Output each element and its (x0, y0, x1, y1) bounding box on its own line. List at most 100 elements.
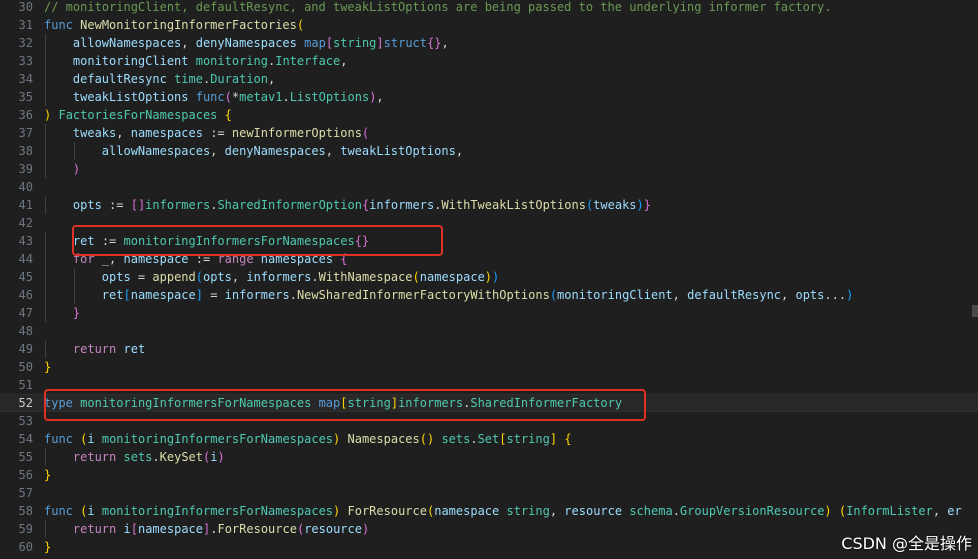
code-line[interactable]: 34 defaultResync time.Duration, (0, 70, 978, 88)
code-token: NewMonitoringInformerFactories (80, 18, 297, 32)
code-token: ForResource (217, 522, 297, 536)
code-token: ] (195, 288, 203, 302)
code-line[interactable]: 45 opts = append(opts, informers.WithNam… (0, 268, 978, 286)
code-token: string (506, 504, 550, 518)
line-text: allowNamespaces, denyNamespaces, tweakLi… (44, 142, 978, 160)
indent-guide (45, 70, 46, 88)
code-line[interactable]: 46 ret[namespace] = informers.NewSharedI… (0, 286, 978, 304)
code-token: , (455, 144, 464, 158)
code-token: ) (484, 270, 493, 284)
code-line[interactable]: 57 (0, 484, 978, 502)
line-number: 40 (18, 180, 33, 194)
code-token: := (202, 126, 232, 140)
code-token: return (72, 522, 117, 536)
line-text: ret := monitoringInformersForNamespaces{… (44, 232, 978, 250)
vertical-scrollbar-thumb[interactable] (972, 305, 978, 317)
code-token: ] (390, 396, 399, 410)
line-text: ) (44, 160, 978, 178)
indent-guide (45, 196, 46, 214)
code-token: SharedInformerFactory (470, 396, 623, 410)
code-token: { (564, 432, 572, 446)
code-line[interactable]: 41 opts := []informers.SharedInformerOpt… (0, 196, 978, 214)
code-line[interactable]: 47 } (0, 304, 978, 322)
code-token: Interface (275, 54, 341, 68)
code-token: . (311, 270, 319, 284)
code-line[interactable]: 33 monitoringClient monitoring.Interface… (0, 52, 978, 70)
code-token: func (44, 432, 73, 446)
code-line[interactable]: 36) FactoriesForNamespaces { (0, 106, 978, 124)
code-token: i (87, 504, 95, 518)
code-token: . (282, 90, 290, 104)
line-number: 38 (18, 144, 33, 158)
code-token: resource (564, 504, 623, 518)
code-editor[interactable]: 30 // monitoringClient, defaultResync, an… (0, 0, 978, 559)
code-token: FactoriesForNamespaces (58, 108, 218, 122)
line-text: return sets.KeySet(i) (44, 448, 978, 466)
indent-guide (45, 88, 46, 106)
code-line[interactable]: 53 (0, 412, 978, 430)
code-token: , (672, 288, 688, 302)
line-number: 50 (18, 360, 33, 374)
line-number: 39 (18, 162, 33, 176)
code-token: opts (795, 288, 825, 302)
code-token: tweaks (593, 198, 637, 212)
code-line[interactable]: 30 // monitoringClient, defaultResync, an… (0, 0, 978, 16)
code-token: InformLister (846, 504, 933, 518)
indent-guide (45, 448, 46, 466)
code-line[interactable]: 40 (0, 178, 978, 196)
code-token: ret (123, 342, 146, 356)
code-line[interactable]: 32 allowNamespaces, denyNamespaces map[s… (0, 34, 978, 52)
code-token: ) (361, 522, 370, 536)
code-token: tweaks (72, 126, 117, 140)
line-text: func NewMonitoringInformerFactories( (44, 16, 978, 34)
code-token: [] (130, 198, 146, 212)
code-token: return (72, 342, 117, 356)
code-line[interactable]: 51 (0, 376, 978, 394)
line-text: for _, namespace := range namespaces { (44, 250, 978, 268)
code-area[interactable]: 30 // monitoringClient, defaultResync, an… (0, 0, 978, 556)
line-text: ) FactoriesForNamespaces { (44, 106, 978, 124)
code-line[interactable]: 37 tweaks, namespaces := newInformerOpti… (0, 124, 978, 142)
code-line[interactable]: 49 return ret (0, 340, 978, 358)
code-line[interactable]: 54 func (i monitoringInformersForNamespac… (0, 430, 978, 448)
code-line[interactable]: 50} (0, 358, 978, 376)
code-token: , (116, 126, 131, 140)
code-token: } (72, 306, 81, 320)
code-token: ) (72, 162, 81, 176)
code-token: tweakListOptions (340, 144, 456, 158)
code-line[interactable]: 38 allowNamespaces, denyNamespaces, twea… (0, 142, 978, 160)
code-line[interactable]: 59 return i[namespace].ForResource(resou… (0, 520, 978, 538)
line-text: func (i monitoringInformersForNamespaces… (44, 502, 978, 520)
code-token: informers (145, 198, 211, 212)
code-token: Duration (210, 72, 268, 86)
code-token: ForResource (347, 504, 427, 518)
code-line[interactable]: 35 tweakListOptions func(*metav1.ListOpt… (0, 88, 978, 106)
code-token: allowNamespaces (72, 36, 182, 50)
code-line[interactable]: 48 (0, 322, 978, 340)
code-token: opts (202, 270, 232, 284)
code-line[interactable]: 52 type monitoringInformersForNamespaces … (0, 394, 978, 412)
code-line[interactable]: 58 func (i monitoringInformersForNamespac… (0, 502, 978, 520)
code-line[interactable]: 60} (0, 538, 978, 556)
code-token: ( (549, 288, 558, 302)
indent-guide (45, 160, 46, 178)
code-line[interactable]: 39 ) (0, 160, 978, 178)
code-token: {} (427, 36, 442, 50)
line-number: 49 (18, 342, 33, 356)
code-token: , (441, 36, 449, 50)
code-line[interactable]: 56} (0, 466, 978, 484)
code-line[interactable]: 55 return sets.KeySet(i) (0, 448, 978, 466)
code-line[interactable]: 43 ret := monitoringInformersForNamespac… (0, 232, 978, 250)
code-line[interactable]: 42 (0, 214, 978, 232)
code-line[interactable]: 44 for _, namespace := range namespaces … (0, 250, 978, 268)
line-number: 48 (18, 324, 33, 338)
code-token: monitoring (195, 54, 268, 68)
line-number: 51 (18, 378, 33, 392)
code-line[interactable]: 31 func NewMonitoringInformerFactories( (0, 16, 978, 34)
